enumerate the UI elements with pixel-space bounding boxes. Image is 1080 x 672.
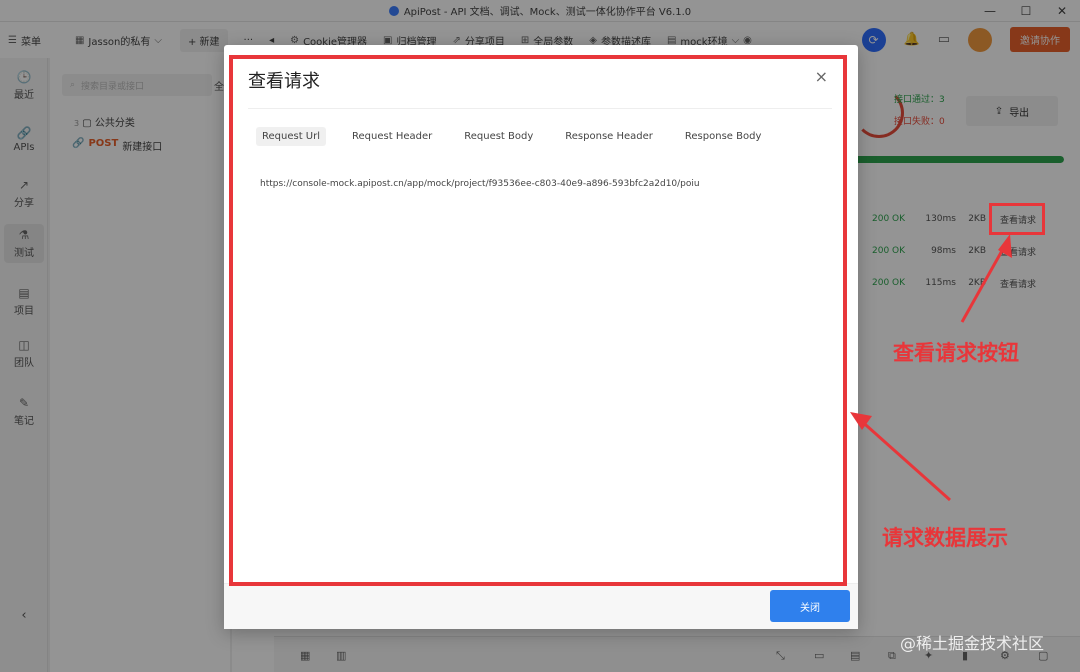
modal-footer <box>224 583 858 629</box>
highlight-box-modal <box>229 55 847 586</box>
annotation-button-note: 查看请求按钮 <box>893 341 1019 365</box>
annotation-data-note: 请求数据展示 <box>882 526 1008 550</box>
close-button[interactable]: 关闭 <box>770 590 850 622</box>
watermark: @稀土掘金技术社区 <box>900 634 1045 653</box>
highlight-box-button <box>989 203 1045 235</box>
